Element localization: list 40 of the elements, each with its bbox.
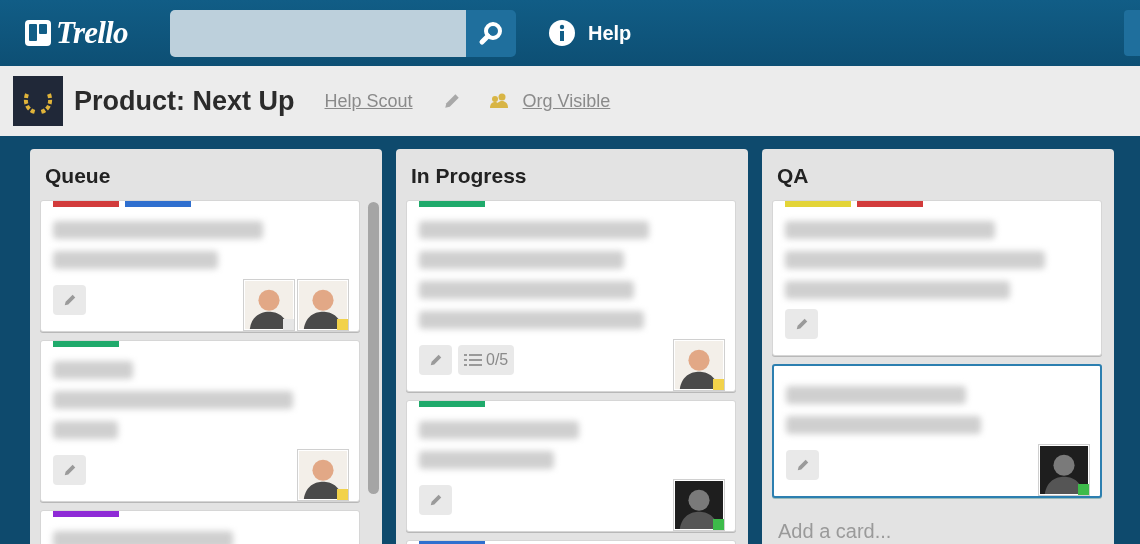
logo-text: Trello xyxy=(56,13,128,52)
avatar[interactable] xyxy=(675,480,723,529)
edit-button[interactable] xyxy=(419,484,452,515)
visibility-link[interactable]: Org Visible xyxy=(522,87,611,115)
laurel-icon xyxy=(13,76,63,126)
search-icon xyxy=(478,20,504,46)
avatar[interactable] xyxy=(299,450,347,499)
pencil-icon xyxy=(62,462,77,477)
list-title: Queue xyxy=(44,163,112,189)
checklist-badge: 0/5 xyxy=(458,344,515,375)
pencil-icon xyxy=(795,457,810,472)
logo-icon xyxy=(24,19,52,47)
search-button[interactable] xyxy=(466,9,516,57)
members-icon xyxy=(488,93,509,109)
board-title: Product: Next Up xyxy=(74,84,295,118)
edit-button[interactable] xyxy=(419,344,452,375)
card[interactable] xyxy=(772,363,1102,498)
list-title: QA xyxy=(776,163,810,189)
pencil-icon xyxy=(62,292,77,307)
edit-button[interactable] xyxy=(53,284,86,315)
list-title: In Progress xyxy=(410,163,528,189)
checklist-icon xyxy=(464,351,482,368)
edit-button[interactable] xyxy=(785,308,818,339)
search-field[interactable] xyxy=(170,9,466,57)
edit-button[interactable] xyxy=(786,449,819,480)
pencil-icon xyxy=(428,492,443,507)
card[interactable]: 0/5 xyxy=(406,199,736,392)
avatar[interactable] xyxy=(299,280,347,329)
scrollbar-thumb[interactable] xyxy=(367,201,379,494)
blurred-text xyxy=(53,420,118,439)
edit-button[interactable] xyxy=(53,454,86,485)
pencil-icon xyxy=(794,316,809,331)
help-button[interactable]: Help xyxy=(548,18,632,48)
pencil-icon xyxy=(428,352,443,367)
info-icon xyxy=(548,19,576,47)
organization-link[interactable]: Help Scout xyxy=(324,87,413,115)
avatar[interactable] xyxy=(1040,445,1088,494)
add-card-link[interactable]: Add a card... xyxy=(772,505,1102,544)
avatar[interactable] xyxy=(675,340,723,389)
avatar[interactable] xyxy=(245,280,293,329)
